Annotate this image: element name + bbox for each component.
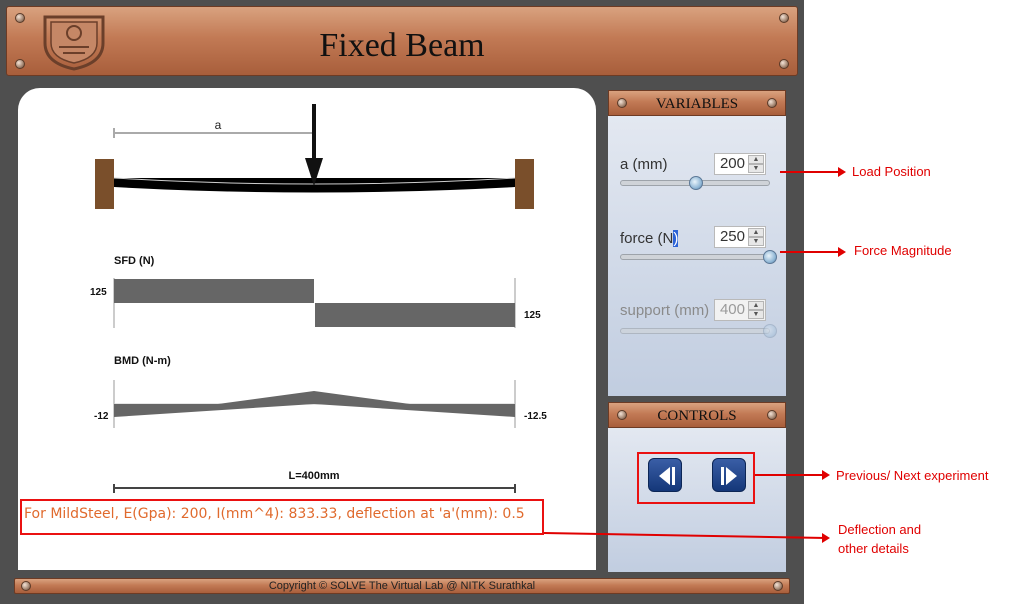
load-position-annotation: Load Position <box>852 164 931 179</box>
annotation-arrows <box>543 167 846 543</box>
prev-next-annotation: Previous/ Next experiment <box>836 468 989 483</box>
deflection-annotation-line2: other details <box>838 541 909 556</box>
force-magnitude-annotation: Force Magnitude <box>854 243 952 258</box>
deflection-annotation-line1: Deflection and <box>838 522 922 537</box>
